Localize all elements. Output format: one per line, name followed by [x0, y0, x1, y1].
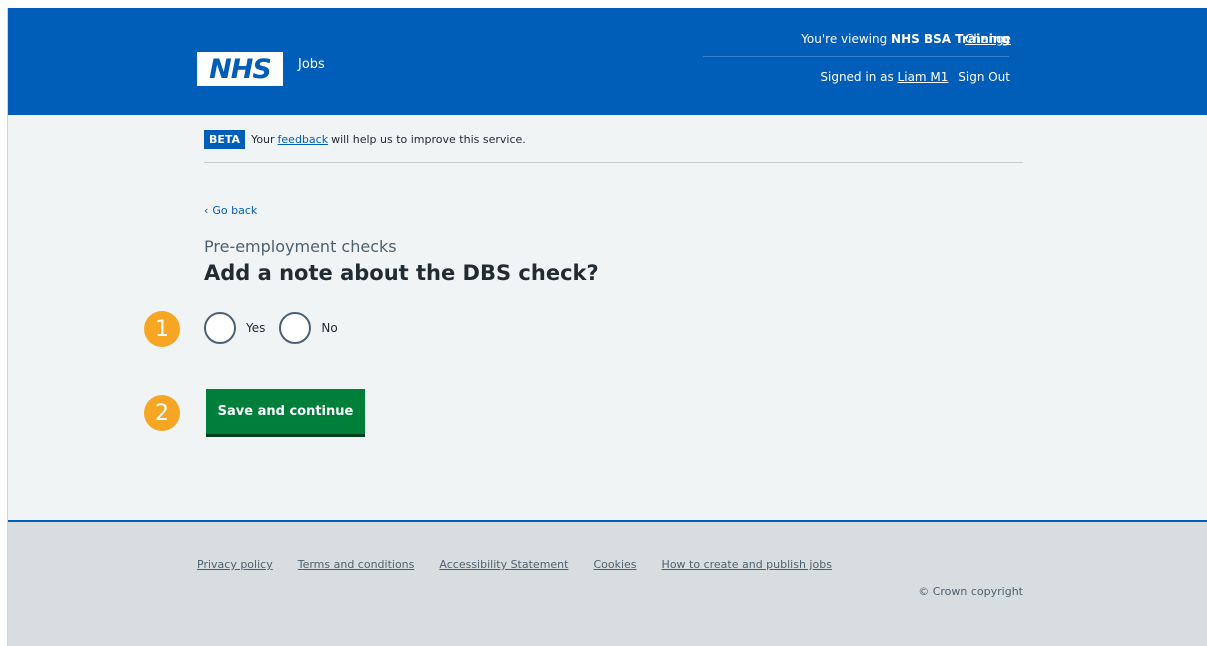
accessibility-statement-link[interactable]: Accessibility Statement: [439, 558, 568, 571]
radio-button-yes[interactable]: [204, 312, 236, 344]
site-header: NHS Jobs You're viewing NHS BSA Training…: [8, 8, 1207, 115]
footer-links: Privacy policy Terms and conditions Acce…: [197, 558, 857, 571]
chevron-left-icon: ‹: [204, 204, 209, 217]
cookies-link[interactable]: Cookies: [593, 558, 636, 571]
sign-out-link[interactable]: Sign Out: [958, 70, 1010, 84]
beta-banner: BETA Your feedback will help us to impro…: [204, 128, 526, 150]
add-note-radio-group: Yes No: [204, 312, 352, 344]
page-caption: Pre-employment checks: [204, 237, 397, 256]
copyright-notice: © Crown copyright: [918, 585, 1023, 598]
radio-button-no[interactable]: [279, 312, 312, 344]
privacy-policy-link[interactable]: Privacy policy: [197, 558, 273, 571]
service-name[interactable]: Jobs: [298, 57, 325, 72]
radio-label-yes[interactable]: Yes: [246, 321, 265, 335]
site-footer: Privacy policy Terms and conditions Acce…: [8, 520, 1207, 646]
beta-tag: BETA: [204, 129, 246, 149]
browser-viewport: NHS Jobs You're viewing NHS BSA Training…: [7, 8, 1207, 646]
beta-divider: [204, 162, 1023, 163]
radio-option-yes[interactable]: Yes: [204, 312, 265, 344]
go-back-label: Go back: [212, 204, 258, 217]
nhs-logo[interactable]: NHS: [197, 52, 283, 86]
header-divider: [703, 56, 1009, 57]
save-and-continue-button[interactable]: Save and continue: [206, 389, 365, 434]
signed-in-status: Signed in as Liam M1 Sign Out: [820, 70, 1010, 84]
terms-and-conditions-link[interactable]: Terms and conditions: [298, 558, 415, 571]
signed-in-prefix: Signed in as: [820, 70, 898, 84]
change-organisation-link[interactable]: Change: [965, 32, 1011, 46]
radio-label-no[interactable]: No: [321, 321, 337, 335]
go-back-link[interactable]: ‹ Go back: [204, 204, 257, 217]
user-name-link[interactable]: Liam M1: [898, 70, 949, 84]
viewing-prefix: You're viewing: [801, 32, 892, 46]
page-title: Add a note about the DBS check?: [204, 261, 599, 285]
beta-text-after: will help us to improve this service.: [331, 132, 526, 146]
beta-text-before: Your: [251, 132, 275, 146]
step-marker-1: 1: [144, 311, 180, 347]
step-marker-2: 2: [144, 395, 180, 431]
nhs-logo-text: NHS: [209, 53, 272, 85]
how-to-create-jobs-link[interactable]: How to create and publish jobs: [662, 558, 832, 571]
radio-option-no[interactable]: No: [279, 312, 338, 344]
feedback-link[interactable]: feedback: [278, 133, 329, 146]
